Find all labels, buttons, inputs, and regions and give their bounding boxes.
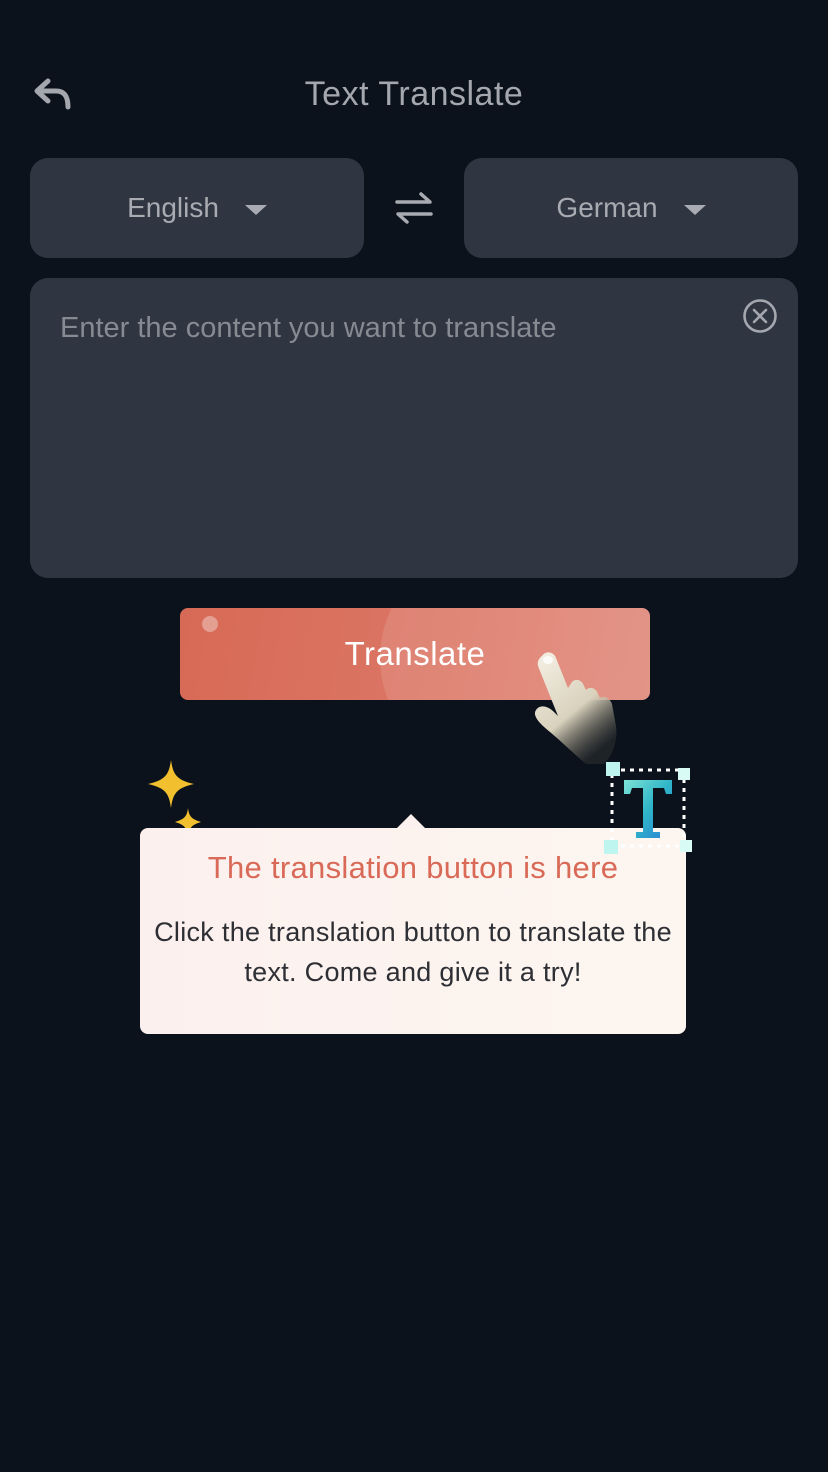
tooltip-arrow bbox=[396, 814, 426, 829]
pointing-hand-icon bbox=[534, 652, 617, 764]
translate-input-panel bbox=[30, 278, 798, 578]
target-language-select[interactable]: German bbox=[464, 158, 798, 258]
caret-down-icon bbox=[244, 205, 267, 215]
target-language-label: German bbox=[556, 192, 658, 223]
source-language-select[interactable]: English bbox=[30, 158, 364, 258]
translate-input[interactable] bbox=[60, 308, 720, 548]
swap-languages-button[interactable] bbox=[390, 186, 438, 230]
clear-circle-icon[interactable] bbox=[742, 298, 778, 334]
onboarding-tooltip: The translation button is here Click the… bbox=[140, 828, 686, 1034]
tooltip-body: Click the translation button to translat… bbox=[154, 917, 672, 987]
text-t-icon bbox=[604, 762, 692, 854]
caret-down-icon bbox=[683, 205, 706, 215]
page-title: Text Translate bbox=[304, 75, 524, 113]
source-language-label: English bbox=[127, 192, 219, 223]
text-translate-screen: Text Translate English German Translate bbox=[0, 0, 828, 1472]
swap-arrows-icon bbox=[395, 192, 433, 224]
